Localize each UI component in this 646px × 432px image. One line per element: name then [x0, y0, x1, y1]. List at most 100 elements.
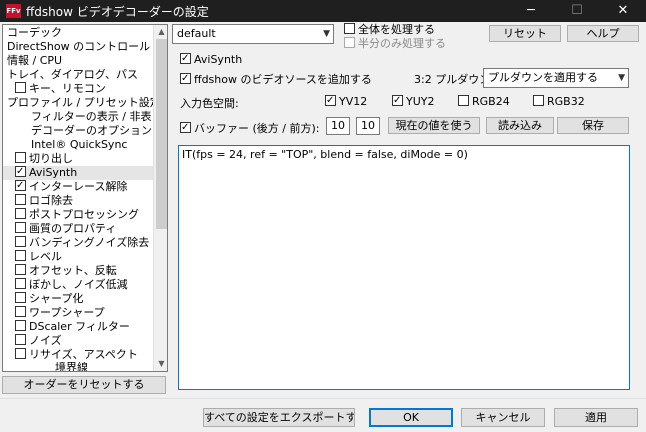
scroll-up-icon[interactable]: ▲: [154, 25, 167, 39]
tree-item-label: 境界線: [55, 362, 88, 371]
rgb24-label: RGB24: [472, 95, 510, 108]
noise-checkbox[interactable]: [15, 334, 26, 345]
tree-item-profile-preset[interactable]: プロファイル / プリセット設定: [7, 96, 161, 110]
deinterlace-checkbox[interactable]: [15, 180, 26, 191]
crop-checkbox[interactable]: [15, 152, 26, 163]
scroll-thumb[interactable]: [156, 39, 167, 229]
add-source-checkbox[interactable]: [180, 73, 191, 84]
buffer-option[interactable]: バッファー (後方 / 前方):: [180, 120, 319, 136]
avisynth-enable-option[interactable]: AviSynth: [180, 53, 242, 66]
tree-item-dscaler[interactable]: DScaler フィルター: [15, 320, 130, 334]
tree-item-resize-aspect[interactable]: リサイズ、アスペクト: [15, 348, 138, 362]
pulldown-label: 3:2 プルダウン: [414, 73, 491, 86]
buffer-checkbox[interactable]: [180, 122, 191, 133]
picture-properties-checkbox[interactable]: [15, 222, 26, 233]
close-button[interactable]: ✕: [600, 0, 646, 22]
preset-dropdown[interactable]: default ▼: [172, 24, 334, 44]
tree-item-crop[interactable]: 切り出し: [15, 152, 73, 166]
tree-item-info-cpu[interactable]: 情報 / CPU: [7, 54, 62, 68]
tree-item-warpsharp[interactable]: ワープシャープ: [15, 306, 105, 320]
add-source-option[interactable]: ffdshow のビデオソースを追加する: [180, 71, 372, 87]
tree-item-codec[interactable]: コーデック: [7, 26, 62, 40]
buffer-forward-input[interactable]: 10: [356, 117, 380, 135]
tree-item-decoder-options[interactable]: デコーダーのオプション: [31, 124, 152, 138]
sharpen-checkbox[interactable]: [15, 292, 26, 303]
tree-item-label: トレイ、ダイアログ、パス: [7, 68, 139, 81]
filter-tree[interactable]: コーデック DirectShow のコントロール 情報 / CPU トレイ、ダイ…: [2, 24, 168, 372]
pulldown-value: プルダウンを適用する: [488, 71, 598, 84]
rgb32-checkbox[interactable]: [533, 95, 544, 106]
yuy2-label: YUY2: [406, 95, 435, 108]
process-whole-checkbox[interactable]: [344, 23, 355, 34]
tree-item-label: リサイズ、アスペクト: [29, 348, 138, 361]
avisynth-tree-checkbox[interactable]: [15, 166, 26, 177]
tree-item-label: オフセット、反転: [29, 264, 117, 277]
export-settings-button[interactable]: すべての設定をエクスポートする: [203, 408, 355, 427]
tree-item-noise[interactable]: ノイズ: [15, 334, 62, 348]
half-process-checkbox: [344, 37, 355, 48]
tree-item-avisynth[interactable]: AviSynth: [3, 166, 153, 180]
reset-order-button[interactable]: オーダーをリセットする: [2, 376, 166, 394]
logo-removal-checkbox[interactable]: [15, 194, 26, 205]
script-editor[interactable]: IT(fps = 24, ref = "TOP", blend = false,…: [178, 145, 630, 390]
help-button[interactable]: ヘルプ: [567, 25, 639, 42]
rgb24-option[interactable]: RGB24: [458, 95, 510, 108]
postprocessing-checkbox[interactable]: [15, 208, 26, 219]
tree-item-offset-flip[interactable]: オフセット、反転: [15, 264, 117, 278]
tree-item-deinterlace[interactable]: インターレース解除: [15, 180, 127, 194]
tree-item-label: AviSynth: [29, 166, 78, 179]
half-process-label: 半分のみ処理する: [358, 37, 446, 50]
window-title: ffdshow ビデオデコーダーの設定: [26, 5, 209, 19]
ffdshow-app-icon: FFv: [6, 4, 21, 18]
levels-checkbox[interactable]: [15, 250, 26, 261]
save-button[interactable]: 保存: [557, 117, 629, 134]
buffer-label: バッファー (後方 / 前方):: [194, 122, 320, 135]
reset-button[interactable]: リセット: [489, 25, 561, 42]
load-button[interactable]: 読み込み: [486, 117, 554, 134]
buffer-back-input[interactable]: 10: [326, 117, 350, 135]
tree-scrollbar[interactable]: ▲ ▼: [153, 25, 167, 371]
tree-item-label: ぼかし、ノイズ低減: [29, 278, 128, 291]
maximize-button[interactable]: ☐: [554, 0, 600, 22]
keys-remote-checkbox[interactable]: [15, 82, 26, 93]
blur-denoise-checkbox[interactable]: [15, 278, 26, 289]
tree-item-levels[interactable]: レベル: [15, 250, 62, 264]
resize-aspect-checkbox[interactable]: [15, 348, 26, 359]
tree-item-sharpen[interactable]: シャープ化: [15, 292, 83, 306]
pulldown-dropdown[interactable]: プルダウンを適用する ▼: [483, 68, 629, 88]
ok-button[interactable]: OK: [369, 408, 453, 427]
rgb24-checkbox[interactable]: [458, 95, 469, 106]
offset-flip-checkbox[interactable]: [15, 264, 26, 275]
tree-item-keys-remote[interactable]: キー、リモコン: [15, 82, 106, 96]
tree-item-label: ノイズ: [29, 334, 62, 347]
tree-item-tray-dialog-paths[interactable]: トレイ、ダイアログ、パス: [7, 68, 138, 82]
use-current-button[interactable]: 現在の値を使う: [388, 117, 480, 134]
tree-item-picture-properties[interactable]: 画質のプロパティ: [15, 222, 116, 236]
apply-button[interactable]: 適用: [554, 408, 638, 427]
tree-item-postprocessing[interactable]: ポストプロセッシング: [15, 208, 139, 222]
yuy2-option[interactable]: YUY2: [392, 95, 435, 108]
tree-item-label: バンディングノイズ除去: [29, 236, 150, 249]
tree-item-directshow-control[interactable]: DirectShow のコントロール: [7, 40, 150, 54]
tree-item-intel-quicksync[interactable]: Intel® QuickSync: [31, 138, 127, 152]
yv12-option[interactable]: YV12: [325, 95, 367, 108]
tree-item-label: シャープ化: [29, 292, 84, 305]
tree-item-label: 情報 / CPU: [7, 54, 63, 67]
cancel-button[interactable]: キャンセル: [461, 408, 545, 427]
avisynth-enable-checkbox[interactable]: [180, 53, 191, 64]
scroll-down-icon[interactable]: ▼: [154, 357, 167, 371]
yuy2-checkbox[interactable]: [392, 95, 403, 106]
chevron-down-icon: ▼: [618, 73, 625, 83]
minimize-button[interactable]: ─: [508, 0, 554, 22]
dscaler-checkbox[interactable]: [15, 320, 26, 331]
rgb32-option[interactable]: RGB32: [533, 95, 585, 108]
warpsharp-checkbox[interactable]: [15, 306, 26, 317]
tree-item-filter-visibility[interactable]: フィルターの表示 / 非表示: [31, 110, 151, 124]
debanding-checkbox[interactable]: [15, 236, 26, 247]
tree-item-debanding[interactable]: バンディングノイズ除去: [15, 236, 149, 250]
tree-item-logo-removal[interactable]: ロゴ除去: [15, 194, 73, 208]
tree-item-borders[interactable]: 境界線: [55, 362, 88, 371]
yv12-checkbox[interactable]: [325, 95, 336, 106]
tree-item-label: デコーダーのオプション: [31, 124, 152, 137]
tree-item-blur-denoise[interactable]: ぼかし、ノイズ低減: [15, 278, 128, 292]
